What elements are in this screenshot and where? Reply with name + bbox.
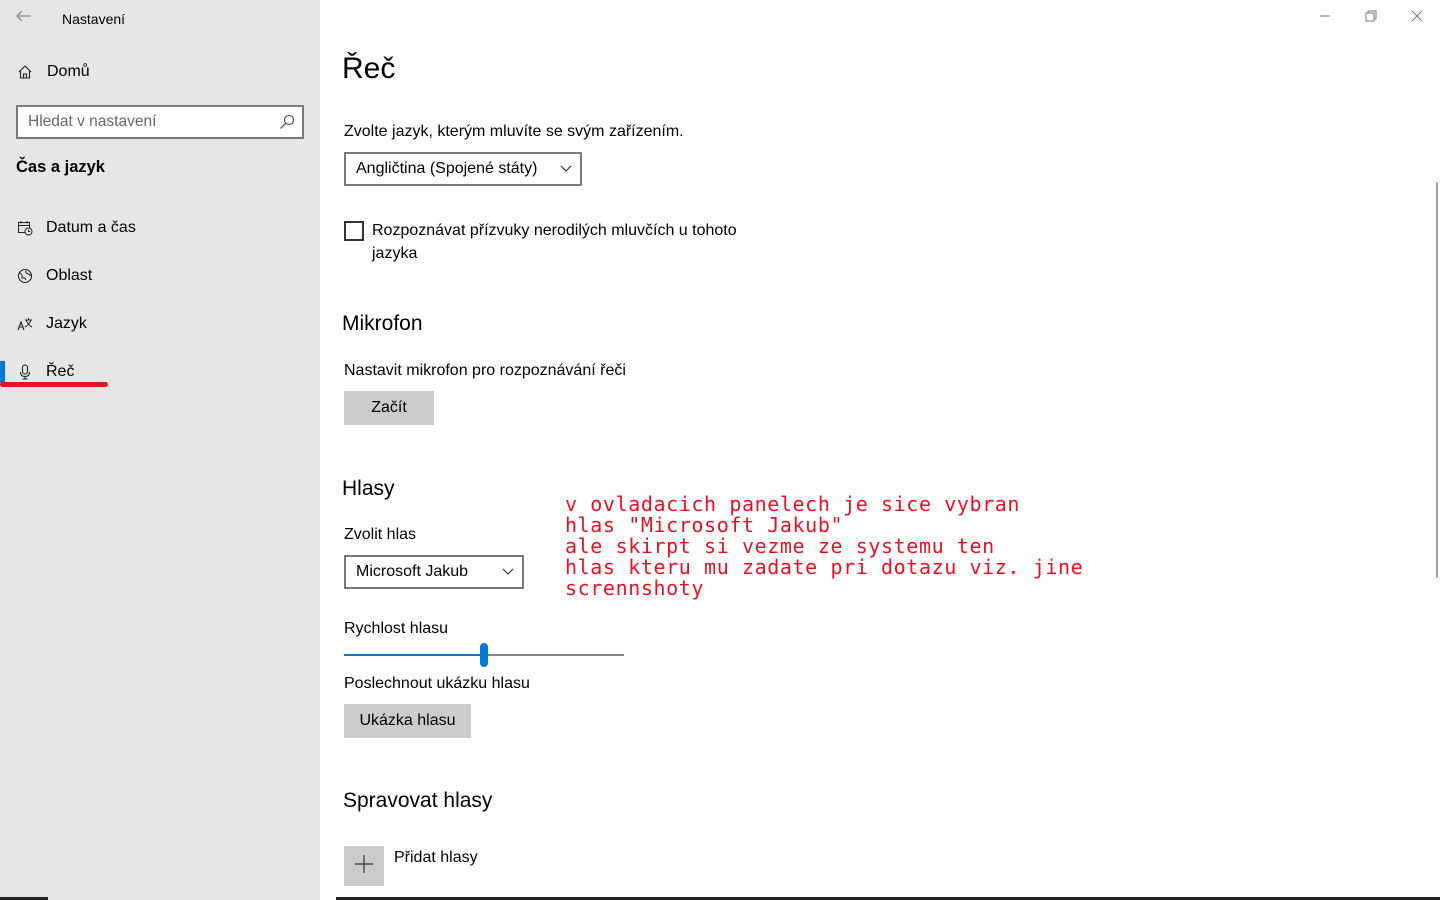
red-annotation-note: v ovladacich panelech je sice vybran hlas…: [565, 494, 1083, 599]
start-microphone-button[interactable]: Začít: [344, 391, 434, 425]
preview-voice-label: Poslechnout ukázku hlasu: [344, 675, 530, 692]
microphone-icon: [16, 364, 34, 380]
page-title: Řeč: [342, 52, 396, 85]
annotation-line: v ovladacich panelech je sice vybran: [565, 492, 1021, 516]
home-icon: [16, 64, 34, 80]
section-title: Čas a jazyk: [16, 158, 105, 176]
minimize-icon[interactable]: [1302, 0, 1348, 32]
add-voices-label[interactable]: Přidat hlasy: [394, 849, 478, 867]
accent-checkbox-label: Rozpoznávat přízvuky nerodilých mluvčích…: [372, 222, 737, 239]
annotation-line: hlas kteru mu zadate pri dotazu viz. jin…: [565, 555, 1084, 579]
home-nav-item[interactable]: Domů: [16, 60, 90, 84]
sidebar-item-region[interactable]: Oblast: [0, 256, 320, 296]
language-icon: [16, 316, 34, 332]
annotation-line: hlas "Microsoft Jakub": [565, 513, 844, 537]
annotation-line: ale skirpt si vezme ze systemu ten: [565, 534, 995, 558]
annotation-underline: [0, 382, 108, 387]
voice-speed-label: Rychlost hlasu: [344, 620, 449, 637]
microphone-prompt: Nastavit mikrofon pro rozpoznávání řeči: [344, 362, 626, 379]
plus-icon: [354, 854, 374, 879]
sidebar-item-date-time[interactable]: Datum a čas: [0, 208, 320, 248]
speech-language-dropdown[interactable]: Angličtina (Spojené státy): [344, 152, 582, 186]
dropdown-value: Microsoft Jakub: [356, 563, 469, 580]
sidebar-item-label: Oblast: [46, 267, 93, 284]
sidebar: Nastavení Domů Hledat v nastavení Čas a …: [0, 0, 320, 900]
dropdown-value: Angličtina (Spojené státy): [356, 160, 538, 177]
chevron-down-icon: [494, 568, 522, 576]
restore-icon[interactable]: [1348, 0, 1394, 32]
close-icon[interactable]: [1394, 0, 1440, 32]
calendar-clock-icon: [16, 220, 34, 236]
main-content: Řeč Zvolte jazyk, kterým mluvíte se svým…: [320, 0, 1440, 900]
chevron-down-icon: [552, 165, 580, 173]
vertical-scrollbar[interactable]: [1436, 182, 1438, 578]
add-voices-button[interactable]: [344, 846, 384, 886]
search-icon[interactable]: [272, 114, 302, 130]
settings-search-input[interactable]: Hledat v nastavení: [16, 105, 304, 139]
app-title: Nastavení: [62, 11, 126, 27]
sidebar-item-label: Řeč: [46, 363, 75, 380]
sidebar-item-label: Datum a čas: [46, 219, 136, 236]
slider-thumb[interactable]: [480, 643, 488, 667]
slider-fill: [344, 654, 484, 656]
annotation-line: scrennshoty: [565, 576, 705, 600]
home-label: Domů: [47, 63, 90, 80]
search-placeholder: Hledat v nastavení: [28, 113, 157, 130]
globe-icon: [16, 268, 34, 284]
microphone-heading: Mikrofon: [342, 312, 423, 335]
manage-voices-heading: Spravovat hlasy: [343, 789, 493, 812]
language-prompt: Zvolte jazyk, kterým mluvíte se svým zař…: [344, 123, 684, 140]
voices-heading: Hlasy: [342, 477, 395, 500]
voice-preview-button[interactable]: Ukázka hlasu: [344, 704, 471, 738]
accent-checkbox[interactable]: [344, 221, 364, 241]
sidebar-item-language[interactable]: Jazyk: [0, 304, 320, 344]
back-arrow-icon[interactable]: [10, 4, 38, 28]
choose-voice-label: Zvolit hlas: [344, 526, 417, 543]
accent-checkbox-label-cont: jazyka: [372, 245, 418, 262]
voice-dropdown[interactable]: Microsoft Jakub: [344, 555, 524, 589]
sidebar-item-label: Jazyk: [46, 315, 87, 332]
